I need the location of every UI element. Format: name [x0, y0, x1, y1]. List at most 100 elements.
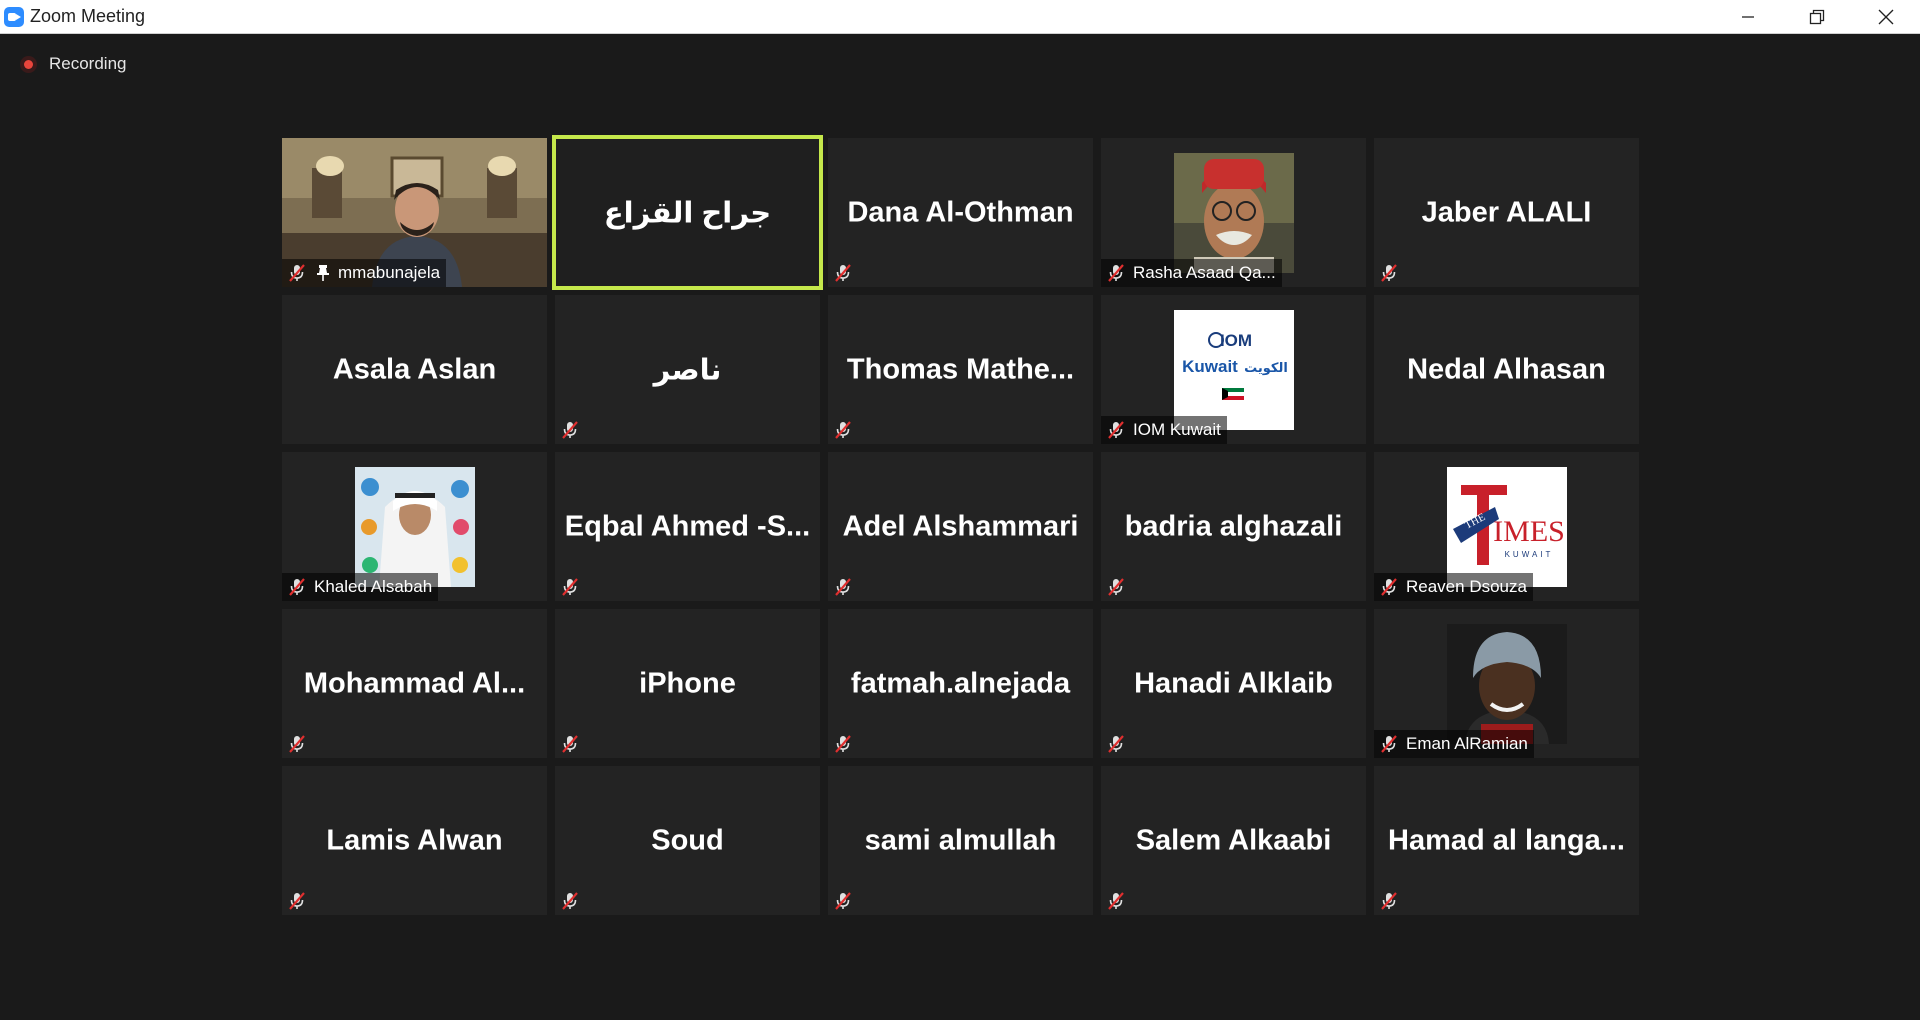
participant-tile[interactable]: Lamis Alwan	[282, 766, 547, 915]
participant-tile[interactable]: Hanadi Alklaib	[1101, 609, 1366, 758]
window-title: Zoom Meeting	[30, 6, 146, 26]
tile-footer: mmabunajela	[282, 259, 447, 287]
participant-avatar	[1446, 623, 1567, 744]
participant-name: Asala Aslan	[332, 353, 497, 385]
participant-name: Adel Alshammari	[842, 510, 1079, 542]
participant-tile[interactable]: Mohammad Al...	[282, 609, 547, 758]
mic-muted-icon	[832, 733, 854, 755]
participant-tile[interactable]: THE IMES KUWAIT Reaven Dsouza	[1374, 452, 1639, 601]
participant-name: Soud	[651, 824, 724, 856]
mic-muted-icon	[286, 890, 308, 912]
participant-tile[interactable]: IOM Kuwait الكويت IOM Kuwait	[1101, 295, 1366, 444]
participant-name: fatmah.alnejada	[850, 667, 1071, 699]
mic-muted-icon	[286, 262, 308, 284]
pin-icon	[314, 262, 332, 284]
participant-tile[interactable]: Rasha Asaad Qa...	[1101, 138, 1366, 287]
iom-logo-arabic: الكويت	[1244, 361, 1288, 376]
times-logo-imes: IMES	[1493, 515, 1565, 548]
participant-name: ناصر	[653, 354, 722, 386]
mic-muted-icon	[832, 890, 854, 912]
mic-muted-icon	[1378, 576, 1400, 598]
participant-tile[interactable]: iPhone	[555, 609, 820, 758]
participant-name: Dana Al-Othman	[847, 196, 1074, 228]
participant-tile[interactable]: Thomas Mathe...	[828, 295, 1093, 444]
mic-muted-icon	[559, 576, 581, 598]
participant-tile[interactable]: Hamad al langa...	[1374, 766, 1639, 915]
tile-footer	[828, 259, 860, 287]
mic-muted-icon	[1105, 576, 1127, 598]
participant-label: Reaven Dsouza	[1406, 577, 1527, 596]
restore-icon	[1809, 9, 1824, 25]
close-button[interactable]	[1851, 0, 1920, 34]
mic-muted-icon	[1105, 890, 1127, 912]
tile-footer	[1374, 887, 1406, 915]
participant-avatar	[1173, 152, 1294, 273]
participant-tile[interactable]: جراح القزاع	[552, 135, 823, 290]
tile-footer: Reaven Dsouza	[1374, 573, 1533, 601]
participant-tile[interactable]: Soud	[555, 766, 820, 915]
participant-name: Hamad al langa...	[1388, 824, 1625, 856]
minimize-button[interactable]	[1713, 0, 1782, 34]
participant-tile[interactable]: Eqbal Ahmed -S...	[555, 452, 820, 601]
participant-tile[interactable]: Nedal Alhasan	[1374, 295, 1639, 444]
tile-footer	[282, 887, 314, 915]
participant-name: sami almullah	[864, 824, 1057, 856]
tile-footer: Khaled Alsabah	[282, 573, 439, 601]
tile-footer	[1101, 730, 1133, 758]
participant-tile[interactable]: Jaber ALALI	[1374, 138, 1639, 287]
participant-tile[interactable]: fatmah.alnejada	[828, 609, 1093, 758]
mic-muted-icon	[1378, 890, 1400, 912]
participant-label: IOM Kuwait	[1133, 420, 1221, 439]
participant-avatar: THE IMES KUWAIT	[1446, 466, 1567, 587]
minimize-icon	[1741, 16, 1754, 18]
mic-muted-icon	[286, 576, 308, 598]
tile-footer	[555, 573, 587, 601]
participant-tile[interactable]: Dana Al-Othman	[828, 138, 1093, 287]
participant-name: Eqbal Ahmed -S...	[564, 510, 811, 542]
recording-indicator[interactable]: Recording	[20, 54, 127, 74]
tile-footer	[828, 887, 860, 915]
mic-muted-icon	[832, 262, 854, 284]
mic-muted-icon	[1378, 262, 1400, 284]
participant-label: Khaled Alsabah	[314, 577, 433, 596]
participant-tile[interactable]: sami almullah	[828, 766, 1093, 915]
mic-muted-icon	[1105, 733, 1127, 755]
participant-name: Mohammad Al...	[303, 667, 526, 699]
close-icon	[1878, 9, 1893, 25]
iom-logo-kuwait: Kuwait	[1182, 357, 1238, 376]
mic-muted-icon	[1105, 262, 1127, 284]
participant-label: Eman AlRamian	[1406, 734, 1528, 753]
participant-tile[interactable]: Khaled Alsabah	[282, 452, 547, 601]
participant-tile[interactable]: Salem Alkaabi	[1101, 766, 1366, 915]
participant-avatar: IOM Kuwait الكويت	[1173, 309, 1294, 430]
mic-muted-icon	[832, 419, 854, 441]
restore-button[interactable]	[1782, 0, 1851, 34]
recording-dot-icon	[20, 55, 37, 73]
tile-footer	[555, 887, 587, 915]
participant-tile[interactable]: Adel Alshammari	[828, 452, 1093, 601]
iom-logo-text: IOM	[1219, 331, 1251, 350]
participant-name: Jaber ALALI	[1421, 196, 1592, 228]
tile-footer	[555, 730, 587, 758]
tile-footer	[828, 573, 860, 601]
participant-tile[interactable]: ناصر	[555, 295, 820, 444]
participant-name: Lamis Alwan	[326, 824, 503, 856]
participant-tile[interactable]: Eman AlRamian	[1374, 609, 1639, 758]
participant-tile[interactable]: Asala Aslan	[282, 295, 547, 444]
participant-name: جراح القزاع	[603, 197, 772, 229]
participant-label: Rasha Asaad Qa...	[1133, 263, 1276, 282]
participant-tile[interactable]: mmabunajela	[282, 138, 547, 287]
tile-footer	[1374, 259, 1406, 287]
mic-muted-icon	[832, 576, 854, 598]
mic-muted-icon	[559, 733, 581, 755]
participant-avatar	[354, 466, 475, 587]
mic-muted-icon	[286, 733, 308, 755]
mic-muted-icon	[559, 419, 581, 441]
gallery-grid: mmabunajela جراح القزاع Dana Al-Othman Rash…	[282, 135, 1639, 915]
tile-footer	[555, 416, 587, 444]
participant-name: badria alghazali	[1124, 510, 1343, 542]
tile-footer	[828, 416, 860, 444]
tile-footer	[1101, 887, 1133, 915]
participant-tile[interactable]: badria alghazali	[1101, 452, 1366, 601]
participant-name: Salem Alkaabi	[1135, 824, 1332, 856]
